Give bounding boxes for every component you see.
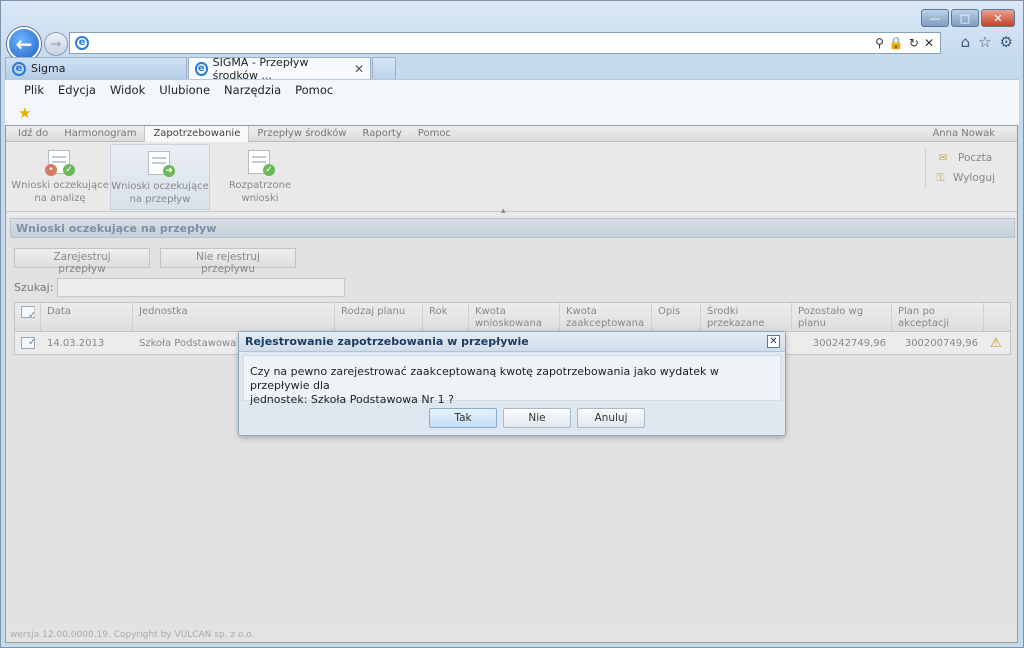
new-tab-button[interactable]: [372, 57, 396, 79]
column-header[interactable]: Rodzaj planu: [335, 303, 423, 331]
minimize-button[interactable]: —: [921, 9, 949, 27]
key-icon: ⚿: [936, 171, 945, 184]
column-header[interactable]: Plan po akceptacji: [892, 303, 984, 331]
menu-file[interactable]: Plik: [17, 82, 51, 98]
column-header[interactable]: Środki przekazane: [701, 303, 792, 331]
table-header: ✓ Data Jednostka Rodzaj planu Rok Kwota …: [14, 302, 1011, 332]
user-name: Anna Nowak: [932, 127, 995, 139]
gear-icon[interactable]: ⚙: [1000, 33, 1013, 51]
ie-tab-icon: e: [12, 61, 26, 76]
home-icon[interactable]: ⌂: [961, 33, 971, 51]
menubar: Plik Edycja Widok Ulubione Narzędzia Pom…: [5, 79, 1019, 125]
panel-toolbar: Zarejestruj przepływ Nie rejestruj przep…: [14, 248, 296, 275]
menu-edit[interactable]: Edycja: [51, 82, 103, 98]
dialog-message: Czy na pewno zarejestrować zaakceptowaną…: [243, 355, 781, 406]
document-icon: ✓: [245, 150, 275, 176]
maximize-button[interactable]: □: [951, 9, 979, 27]
window-controls: — □ ✕: [921, 9, 1015, 27]
column-header[interactable]: Opis: [652, 303, 701, 331]
no-button[interactable]: Nie: [503, 408, 571, 428]
lock-icon[interactable]: 🔒: [889, 36, 904, 50]
ribbon-label: Rozpatrzone wnioski: [228, 180, 292, 204]
confirm-dialog: Rejestrowanie zapotrzebowania w przepływ…: [238, 331, 786, 436]
address-bar[interactable]: e ⚲ 🔒 ↻ ✕: [69, 32, 941, 54]
nav-schedule[interactable]: Harmonogram: [56, 126, 144, 142]
cell-date: 14.03.2013: [47, 337, 105, 349]
row-checkbox[interactable]: ✓: [15, 337, 41, 349]
column-header[interactable]: Kwota zaakceptowana: [560, 303, 652, 331]
no-register-flow-button[interactable]: Nie rejestruj przepływu: [160, 248, 296, 275]
dialog-title: Rejestrowanie zapotrzebowania w przepływ…: [239, 332, 785, 352]
tab-label: SIGMA - Przepływ środków ...: [212, 55, 309, 82]
ribbon-side: ✉ Poczta ⚿ Wyloguj: [925, 148, 995, 188]
column-header[interactable]: Data: [41, 303, 133, 331]
browser-tools: ⌂ ☆ ⚙: [961, 33, 1013, 51]
panel-title: Wnioski oczekujące na przepływ: [10, 218, 1015, 238]
mail-icon: ✉: [938, 152, 948, 164]
dialog-close-icon[interactable]: ✕: [767, 335, 780, 348]
close-tab-icon[interactable]: ✕: [354, 62, 364, 76]
browser-tab-przeplyw[interactable]: e SIGMA - Przepływ środków ... ✕: [188, 55, 371, 82]
search-icon[interactable]: ⚲: [875, 36, 884, 50]
menu-help[interactable]: Pomoc: [288, 82, 340, 98]
nav-flow[interactable]: Przepływ środków: [249, 126, 354, 142]
app-nav: Idź do Harmonogram Zapotrzebowanie Przep…: [6, 125, 1017, 142]
cancel-button[interactable]: Anuluj: [577, 408, 645, 428]
stop-icon[interactable]: ✕: [924, 36, 934, 50]
nav-reports[interactable]: Raporty: [355, 126, 410, 142]
column-header[interactable]: Pozostało wg planu: [792, 303, 892, 331]
browser-tabbar: e Sigma e SIGMA - Przepływ środków ... ✕: [5, 55, 1021, 82]
register-flow-button[interactable]: Zarejestruj przepływ: [14, 248, 150, 275]
favorites-star-icon[interactable]: ☆: [978, 33, 991, 51]
menu-favorites[interactable]: Ulubione: [152, 82, 217, 98]
column-header[interactable]: Jednostka: [133, 303, 335, 331]
ribbon: • ✓ Wnioski oczekujące na analizę ➜ Wnios…: [6, 142, 1017, 212]
search-label: Szukaj:: [14, 281, 54, 294]
ribbon-analysis-button[interactable]: • ✓ Wnioski oczekujące na analizę: [10, 144, 110, 210]
yes-button[interactable]: Tak: [429, 408, 497, 428]
warning-icon: ⚠: [990, 335, 1002, 351]
browser-tab-sigma[interactable]: e Sigma: [5, 57, 187, 79]
mail-link[interactable]: ✉ Poczta: [936, 148, 995, 168]
tab-label: Sigma: [31, 62, 66, 75]
ribbon-label: Wnioski oczekujące na przepływ: [111, 181, 209, 205]
add-favorite-icon[interactable]: ★: [18, 104, 31, 122]
nav-help[interactable]: Pomoc: [410, 126, 459, 142]
forward-button[interactable]: →: [44, 32, 68, 56]
nav-goto[interactable]: Idź do: [10, 126, 56, 142]
menu-view[interactable]: Widok: [103, 82, 152, 98]
ribbon-label: Wnioski oczekujące na analizę: [11, 180, 109, 204]
search-input[interactable]: [57, 278, 346, 297]
cell-plan: 300200749,96: [904, 337, 978, 349]
footer-copyright: wersja 12.00.0000.19. Copyright by VULCA…: [10, 630, 255, 640]
refresh-icon[interactable]: ↻: [909, 36, 919, 50]
browser-window: — □ ✕ ← → e ⚲ 🔒 ↻ ✕ ⌂ ☆ ⚙ e Sigma e SIGM…: [0, 0, 1024, 648]
document-icon: • ✓: [45, 150, 75, 176]
search-bar: Szukaj:: [14, 278, 346, 297]
close-window-button[interactable]: ✕: [981, 9, 1015, 27]
ie-logo-icon: e: [75, 36, 89, 50]
ribbon-resolved-button[interactable]: ✓ Rozpatrzone wnioski: [210, 144, 310, 210]
menu-tools[interactable]: Narzędzia: [217, 82, 288, 98]
column-header[interactable]: Rok: [423, 303, 469, 331]
ie-tab-icon: e: [195, 61, 208, 76]
address-bar-icons: ⚲ 🔒 ↻ ✕: [875, 36, 934, 50]
nav-demand[interactable]: Zapotrzebowanie: [144, 125, 250, 142]
cell-remaining: 300242749,96: [812, 337, 886, 349]
back-button[interactable]: ←: [7, 27, 41, 61]
document-icon: ➜: [145, 151, 175, 177]
dialog-buttons: Tak Nie Anuluj: [239, 404, 785, 428]
select-all-checkbox[interactable]: ✓: [15, 303, 41, 331]
logout-link[interactable]: ⚿ Wyloguj: [936, 168, 996, 188]
column-header[interactable]: Kwota wnioskowana: [469, 303, 560, 331]
ribbon-flow-button[interactable]: ➜ Wnioski oczekujące na przepływ: [110, 144, 210, 210]
